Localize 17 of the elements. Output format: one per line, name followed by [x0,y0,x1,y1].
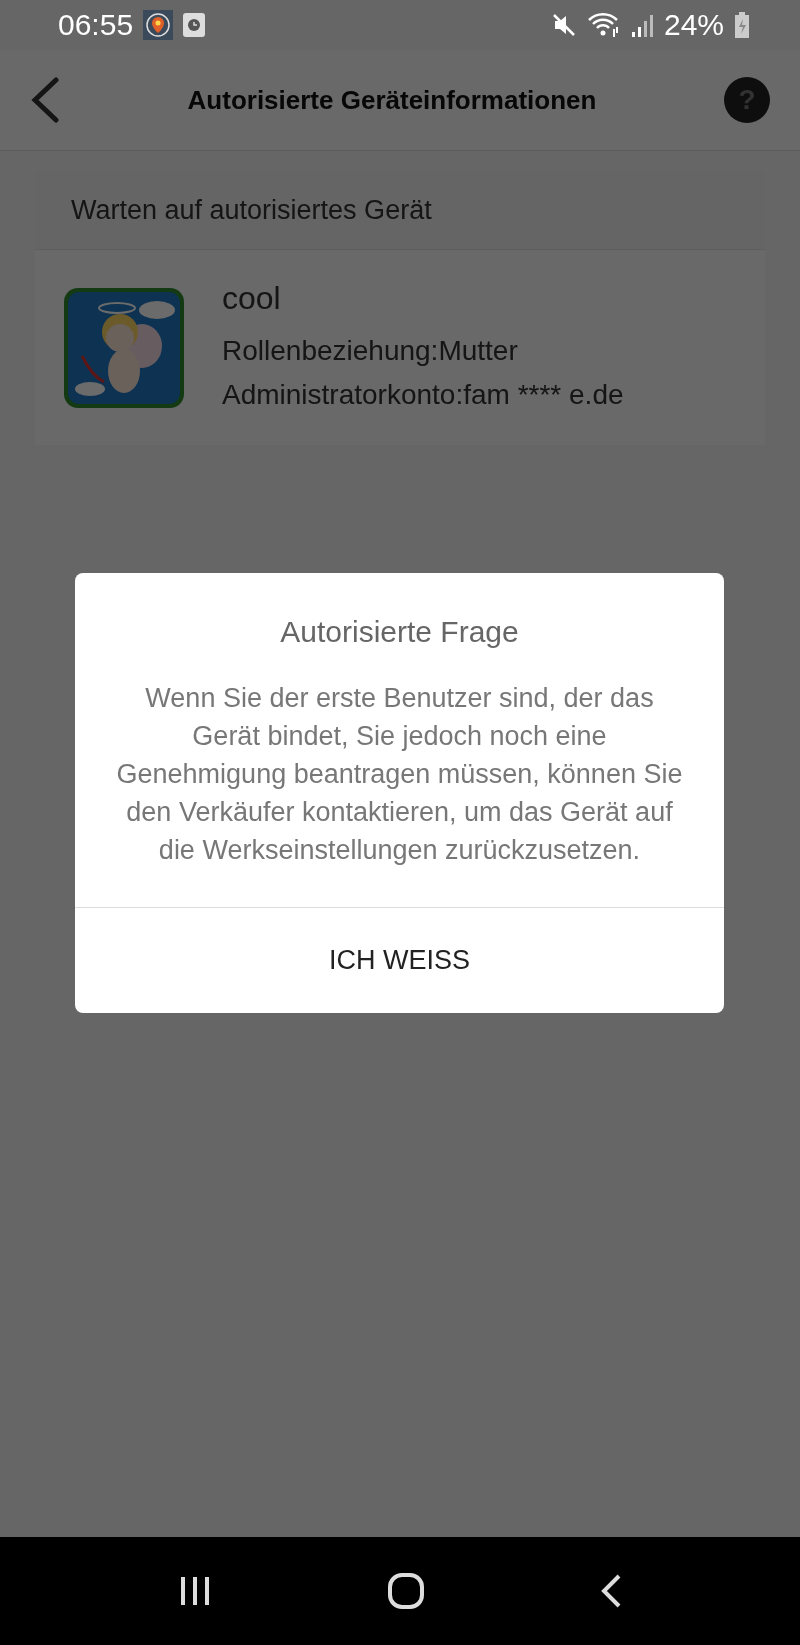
back-icon[interactable] [599,1573,623,1609]
dialog-message: Wenn Sie der erste Benutzer sind, der das Gerät bindet, Sie jedoch noch eine Genehmigung beantragen müssen, können Sie den Verkäufer kontaktieren, um das Gerät auf die Werkseinstellungen zurückzusetzen. [115,682,684,867]
device-name: cool [222,280,282,317]
mute-icon [550,12,577,38]
dialog-title: Autorisierte Frage [279,614,520,649]
device-detail: Administratorkonto:fam **** e.de [222,379,624,411]
device-detail: Rollenbeziehung:Mutter [222,335,519,367]
status-time: 06:55 [58,8,134,42]
page-title: Autorisierte Geräteinformationen [186,84,598,116]
clock-icon [183,13,206,37]
battery-percentage: 24% [663,8,724,42]
home-icon[interactable] [387,1572,425,1610]
wifi-icon [586,11,621,39]
battery-icon [734,12,750,38]
location-pin-icon [143,10,174,40]
confirm-button[interactable]: ICH WEISS [75,907,724,1013]
signal-icon [630,13,654,37]
